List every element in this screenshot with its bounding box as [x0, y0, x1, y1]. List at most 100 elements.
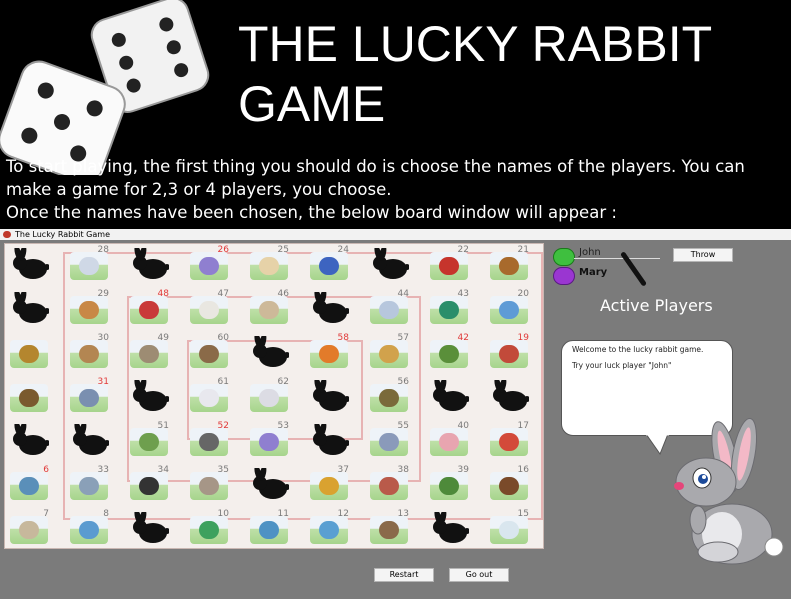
throw-button[interactable]: Throw — [673, 248, 733, 262]
player-divider — [574, 258, 660, 259]
board-square — [487, 378, 531, 414]
player-token-mary — [553, 267, 575, 285]
board-square: 33 — [67, 465, 111, 502]
frog-icon — [430, 472, 468, 500]
board-square: 22 — [427, 245, 471, 282]
black-rabbit-icon — [433, 380, 469, 411]
square-number: 12 — [337, 509, 349, 519]
frog-icon — [190, 516, 228, 544]
chick-icon — [490, 428, 528, 456]
board-square: 61 — [187, 377, 231, 414]
square-number: 13 — [397, 509, 409, 519]
bird-icon — [370, 384, 408, 412]
board-square: 11 — [247, 509, 291, 546]
hippo-icon — [190, 472, 228, 500]
square-number: 43 — [457, 289, 469, 299]
square-number: 55 — [397, 421, 409, 431]
message-welcome: Welcome to the lucky rabbit game. — [572, 345, 704, 354]
black-rabbit-icon — [493, 380, 529, 411]
black-rabbit-icon — [313, 424, 349, 455]
board-square: 17 — [487, 421, 531, 458]
board-square: 25 — [247, 245, 291, 282]
beaver-icon — [10, 384, 48, 412]
board-square: 21 — [487, 245, 531, 282]
bridge-icon — [310, 516, 348, 544]
square-number: 48 — [157, 289, 169, 299]
board-square — [427, 378, 471, 414]
board-square — [7, 334, 51, 370]
square-number: 29 — [97, 289, 109, 299]
go-out-button[interactable]: Go out — [449, 568, 509, 582]
board-square — [7, 378, 51, 414]
square-number: 25 — [277, 245, 289, 255]
house-icon — [490, 340, 528, 368]
board-square — [427, 510, 471, 546]
board-square — [7, 290, 51, 326]
bird-icon — [490, 296, 528, 324]
maze-icon — [430, 340, 468, 368]
cow-icon — [370, 472, 408, 500]
black-rabbit-icon — [433, 512, 469, 543]
square-number: 8 — [103, 509, 109, 519]
square-number: 34 — [157, 465, 169, 475]
intro-text: To start playing, the first thing you sh… — [6, 155, 791, 224]
square-number: 51 — [157, 421, 169, 431]
seahorse-icon — [250, 516, 288, 544]
square-number: 11 — [277, 509, 289, 519]
game-board: 28 26 25 24 22 21 29 48 47 46 44 43 20 30 49 60 58 57 42 19… — [4, 243, 544, 549]
square-number: 24 — [337, 245, 349, 255]
square-number: 49 — [157, 333, 169, 343]
deer-icon — [70, 340, 108, 368]
dice-icon — [0, 0, 210, 175]
board-square: 30 — [67, 333, 111, 370]
fish-icon — [310, 252, 348, 280]
board-square: 35 — [187, 465, 231, 502]
board-square — [247, 334, 291, 370]
board-square: 46 — [247, 289, 291, 326]
black-rabbit-icon — [253, 468, 289, 499]
board-square — [127, 246, 171, 282]
square-number: 26 — [217, 245, 229, 255]
gift-icon — [190, 252, 228, 280]
eagle-icon — [370, 516, 408, 544]
square-number: 22 — [457, 245, 469, 255]
square-number: 16 — [517, 465, 529, 475]
restart-button[interactable]: Restart — [374, 568, 434, 582]
black-rabbit-icon — [253, 336, 289, 367]
board-square — [127, 378, 171, 414]
board-square: 43 — [427, 289, 471, 326]
square-number: 6 — [43, 465, 49, 475]
board-square: 56 — [367, 377, 411, 414]
board-square: 15 — [487, 509, 531, 546]
bubble-tail-icon — [646, 434, 669, 456]
board-square: 10 — [187, 509, 231, 546]
board-square: 19 — [487, 333, 531, 370]
square-number: 47 — [217, 289, 229, 299]
board-square — [307, 422, 351, 458]
board-square — [247, 466, 291, 502]
board-square: 58 — [307, 333, 351, 370]
board-square: 12 — [307, 509, 351, 546]
player-token-john — [553, 248, 575, 266]
square-number: 58 — [337, 333, 349, 343]
board-square: 20 — [487, 289, 531, 326]
square-number: 52 — [217, 421, 229, 431]
donkey-icon — [370, 428, 408, 456]
board-square: 39 — [427, 465, 471, 502]
board-square: 55 — [367, 421, 411, 458]
owl-icon — [490, 252, 528, 280]
rooster-icon — [70, 516, 108, 544]
board-square — [127, 510, 171, 546]
board-square: 44 — [367, 289, 411, 326]
black-rabbit-icon — [133, 512, 169, 543]
square-number: 40 — [457, 421, 469, 431]
black-rabbit-icon — [13, 424, 49, 455]
board-square: 6 — [7, 465, 51, 502]
board-square: 37 — [307, 465, 351, 502]
board-square: 42 — [427, 333, 471, 370]
active-players-label: Active Players — [600, 296, 713, 315]
square-number: 38 — [397, 465, 409, 475]
rabbit-mascot-icon — [674, 417, 784, 565]
square-number: 30 — [97, 333, 109, 343]
board-square: 8 — [67, 509, 111, 546]
